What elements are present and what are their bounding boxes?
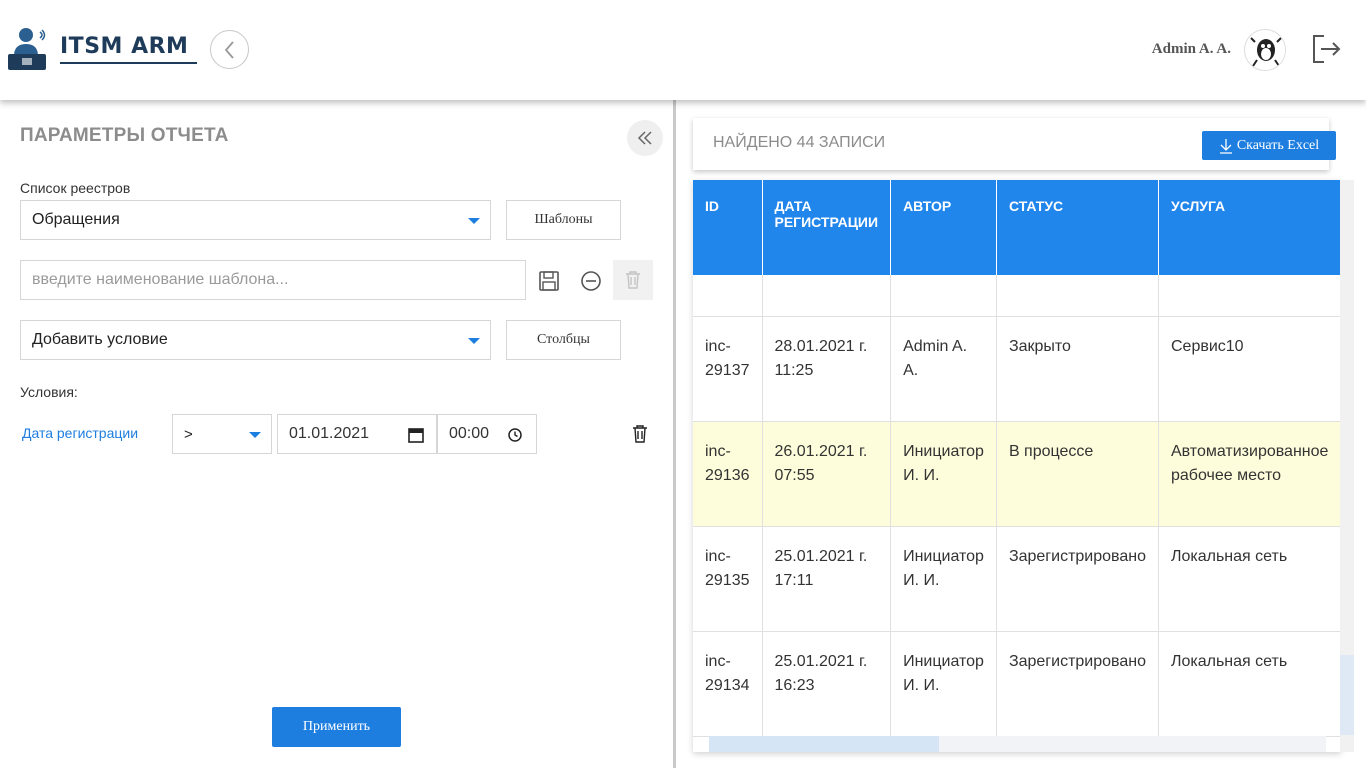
apply-button[interactable]: Применить	[272, 707, 401, 747]
delete-template-button[interactable]	[613, 260, 653, 300]
column-header-service[interactable]: УСЛУГА	[1158, 180, 1341, 275]
cell-status: Зарегистрировано	[996, 526, 1159, 632]
dropdown-arrow-icon	[468, 338, 480, 344]
table-cell	[996, 275, 1159, 317]
cell-id: inc-29137	[693, 316, 763, 422]
template-name-input[interactable]: введите наименование шаблона...	[20, 260, 526, 300]
condition-date-value: 01.01.2021	[289, 425, 370, 442]
cell-date: 25.01.2021 г. 17:11	[762, 526, 892, 632]
download-excel-button[interactable]: Скачать Excel	[1202, 131, 1336, 160]
cell-author: Инициатор И. И.	[890, 526, 997, 632]
columns-button[interactable]: Столбцы	[506, 320, 621, 360]
cell-date: 26.01.2021 г. 07:55	[762, 421, 892, 527]
results-panel: НАЙДЕНО 44 ЗАПИСИ Скачать Excel ID ДАТА …	[676, 100, 1366, 768]
table-cell	[762, 275, 892, 317]
avatar[interactable]	[1244, 29, 1286, 71]
cell-date: 25.01.2021 г. 16:23	[762, 631, 892, 737]
top-header: ITSM ARM Admin A. A.	[0, 0, 1366, 100]
back-button[interactable]	[210, 30, 249, 69]
logo-text: ITSM ARM	[60, 34, 189, 59]
horizontal-scrollbar-thumb[interactable]	[709, 736, 939, 752]
condition-time-input[interactable]: 00:00	[437, 414, 537, 454]
double-chevron-left-icon	[637, 131, 652, 145]
table-row[interactable]: inc-29136 26.01.2021 г. 07:55 Инициатор …	[693, 421, 1341, 527]
registry-select-value: Обращения	[32, 211, 120, 228]
cell-author: Инициатор И. И.	[890, 631, 997, 737]
delete-condition-button[interactable]	[628, 422, 652, 446]
template-name-placeholder: введите наименование шаблона...	[32, 271, 289, 288]
cell-status: В процессе	[996, 421, 1159, 527]
cell-id: inc-29136	[693, 421, 763, 527]
collapse-button[interactable]	[627, 120, 663, 156]
logo-person-icon	[8, 28, 46, 70]
cell-status: Закрыто	[996, 316, 1159, 422]
table-header-row: ID ДАТА РЕГИСТРАЦИИ АВТОР СТАТУС УСЛУГА	[693, 180, 1341, 275]
table-cell	[1158, 275, 1341, 317]
cell-service: Локальная сеть	[1158, 631, 1341, 737]
add-condition-select[interactable]: Добавить условие	[20, 320, 491, 360]
table-cell	[693, 275, 763, 317]
vertical-scrollbar-thumb[interactable]	[1340, 655, 1354, 735]
save-icon[interactable]	[536, 268, 562, 294]
cell-status: Зарегистрировано	[996, 631, 1159, 737]
logout-icon[interactable]	[1310, 32, 1342, 66]
condition-operator-value: >	[184, 425, 193, 443]
table-cell	[890, 275, 997, 317]
registry-select[interactable]: Обращения	[20, 200, 491, 240]
table-row[interactable]: inc-29135 25.01.2021 г. 17:11 Инициатор …	[693, 526, 1341, 632]
condition-field-link[interactable]: Дата регистрации	[22, 425, 138, 441]
condition-time-value: 00:00	[449, 425, 490, 442]
user-name[interactable]: Admin A. A.	[1100, 41, 1231, 58]
results-count: НАЙДЕНО 44 ЗАПИСИ	[713, 134, 886, 151]
conditions-label: Условия:	[20, 384, 78, 400]
add-condition-value: Добавить условие	[32, 331, 168, 348]
cell-service: Локальная сеть	[1158, 526, 1341, 632]
column-header-date[interactable]: ДАТА РЕГИСТРАЦИИ	[762, 180, 892, 275]
cell-id: inc-29134	[693, 631, 763, 737]
condition-operator-select[interactable]: >	[172, 414, 272, 454]
column-header-author[interactable]: АВТОР	[890, 180, 997, 275]
table-row-empty	[693, 275, 1341, 317]
cell-author: Admin A. A.	[890, 316, 997, 422]
table-row[interactable]: inc-29137 28.01.2021 г. 11:25 Admin A. A…	[693, 316, 1341, 422]
trash-icon	[633, 425, 647, 443]
cell-date: 28.01.2021 г. 11:25	[762, 316, 892, 422]
templates-button[interactable]: Шаблоны	[506, 200, 621, 240]
clock-icon[interactable]	[508, 428, 522, 442]
download-icon	[1219, 138, 1232, 154]
calendar-icon[interactable]	[408, 427, 424, 443]
panel-title: ПАРАМЕТРЫ ОТЧЕТА	[20, 125, 229, 146]
results-table-container: ID ДАТА РЕГИСТРАЦИИ АВТОР СТАТУС УСЛУГА …	[693, 180, 1341, 752]
chevron-left-icon	[224, 40, 234, 59]
report-params-panel: ПАРАМЕТРЫ ОТЧЕТА Список реестров Обращен…	[0, 100, 673, 768]
cell-service: Автоматизированное рабочее место	[1158, 421, 1341, 527]
trash-icon	[626, 271, 640, 289]
registry-label: Список реестров	[20, 180, 131, 196]
column-header-id[interactable]: ID	[693, 180, 763, 275]
table-row[interactable]: inc-29134 25.01.2021 г. 16:23 Инициатор …	[693, 631, 1341, 737]
cell-service: Сервис10	[1158, 316, 1341, 422]
cell-id: inc-29135	[693, 526, 763, 632]
condition-date-input[interactable]: 01.01.2021	[277, 414, 437, 454]
logo-underline	[60, 62, 197, 64]
minus-circle-icon[interactable]	[578, 268, 604, 294]
column-header-status[interactable]: СТАТУС	[996, 180, 1159, 275]
dropdown-arrow-icon	[249, 432, 261, 438]
download-excel-label: Скачать Excel	[1236, 137, 1320, 153]
results-toolbar: НАЙДЕНО 44 ЗАПИСИ Скачать Excel	[693, 118, 1336, 170]
dropdown-arrow-icon	[468, 218, 480, 224]
results-table: ID ДАТА РЕГИСТРАЦИИ АВТОР СТАТУС УСЛУГА …	[693, 180, 1341, 737]
avatar-image	[1246, 31, 1285, 70]
cell-author: Инициатор И. И.	[890, 421, 997, 527]
